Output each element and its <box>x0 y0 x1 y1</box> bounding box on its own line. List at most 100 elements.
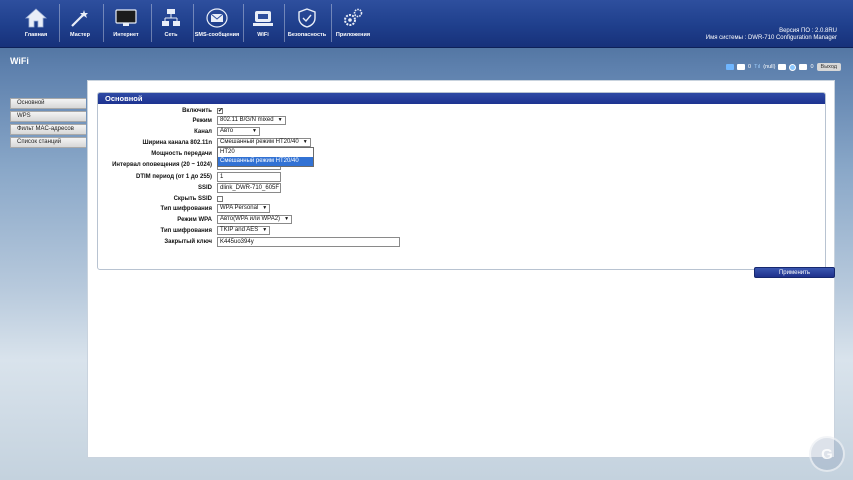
mail-count: 0 <box>810 64 814 70</box>
channel-value: Авто <box>220 128 234 134</box>
wpa-mode-row: Режим WPA Авто(WPA или WPA2) ▼ <box>98 215 827 225</box>
nav-separator <box>151 4 152 42</box>
chevron-down-icon: ▼ <box>262 205 268 211</box>
nav-label: Сеть <box>164 32 178 38</box>
dtim-row: DTIM период (от 1 до 255) 1 <box>98 172 827 182</box>
ssid-row: SSID dlink_DWR-710_605F <box>98 183 827 193</box>
nav-label: Интернет <box>113 32 139 38</box>
channel-select[interactable]: Авто ▼ <box>217 127 260 136</box>
enable-checkbox[interactable]: ✔ <box>217 108 223 114</box>
cipher-select[interactable]: TKIP and AES ▼ <box>217 226 271 235</box>
shield-icon <box>294 7 320 29</box>
dtim-label: DTIM период (от 1 до 255) <box>136 174 212 180</box>
sidebar-item-basic[interactable]: Основной <box>10 98 86 109</box>
nav-label: Мастер <box>70 32 90 38</box>
ssid-input[interactable]: dlink_DWR-710_605F <box>217 183 281 193</box>
bandwidth-option-mixed[interactable]: Смешанный режим HT20/40 <box>218 157 313 166</box>
system-info: Версия ПО : 2.0.8RU Имя системы : DWR-71… <box>706 28 837 42</box>
mode-value: 802.11 B/G/N mixed <box>220 117 274 123</box>
chevron-down-icon: ▼ <box>262 227 268 233</box>
power-row: Мощность передачи <box>98 149 827 159</box>
status-bar: 0 Tıl (null) 0 Выход <box>726 62 841 72</box>
channel-label: Канал <box>194 129 212 135</box>
enable-label: Включить <box>182 108 212 114</box>
beacon-row: Интервал оповещения (20 ~ 1024) 100 <box>98 160 827 170</box>
watermark-logo: G <box>809 436 845 472</box>
bandwidth-select[interactable]: Смешанный режим HT20/40 ▼ <box>217 138 311 147</box>
beacon-label: Интервал оповещения (20 ~ 1024) <box>112 162 212 168</box>
basic-settings-panel: Основной Включить ✔ Режим 802.11 B/G/N m… <box>97 92 835 278</box>
encryption-label: Тип шифрования <box>160 206 212 212</box>
nav-label: Приложения <box>335 32 371 38</box>
nav-separator <box>59 4 60 42</box>
chevron-down-icon: ▼ <box>302 139 308 145</box>
signal-value: (null) <box>763 64 776 70</box>
bandwidth-label: Ширина канала 802.11n <box>142 140 212 146</box>
channel-row: Канал Авто ▼ <box>98 127 827 137</box>
top-nav-bar: Главная Мастер Интернет Сеть SMS-сообщен… <box>0 0 853 48</box>
chevron-down-icon: ▼ <box>284 216 290 222</box>
cipher-row: Тип шифрования TKIP and AES ▼ <box>98 226 827 236</box>
dtim-input[interactable]: 1 <box>217 172 281 182</box>
bandwidth-row: Ширина канала 802.11n Смешанный режим HT… <box>98 138 827 148</box>
encryption-select[interactable]: WPA Personal ▼ <box>217 204 271 213</box>
nav-wizard[interactable]: Мастер <box>62 0 98 48</box>
home-icon <box>23 7 49 29</box>
nav-security[interactable]: Безопасность <box>287 0 327 48</box>
nav-label: Главная <box>24 32 48 38</box>
message-icon[interactable] <box>737 64 746 70</box>
enable-row: Включить ✔ <box>98 106 827 116</box>
cipher-value: TKIP and AES <box>220 227 259 233</box>
envelope-icon <box>204 7 230 29</box>
sms-icon[interactable] <box>726 64 735 70</box>
nav-network[interactable]: Сеть <box>154 0 188 48</box>
cipher-label: Тип шифрования <box>160 228 212 234</box>
nav-sms[interactable]: SMS-сообщения <box>195 0 239 48</box>
nav-home[interactable]: Главная <box>18 0 54 48</box>
connection-icon <box>778 64 787 70</box>
hide-ssid-label: Скрыть SSID <box>173 196 212 202</box>
page-title: WiFi <box>10 56 29 66</box>
apply-button[interactable]: Применить <box>754 267 835 278</box>
hide-ssid-row: Скрыть SSID <box>98 194 827 204</box>
wifi-router-icon <box>250 7 276 29</box>
nav-separator <box>103 4 104 42</box>
bandwidth-dropdown-list: HT20 Смешанный режим HT20/40 <box>217 147 314 167</box>
key-input[interactable]: K445uo394y <box>217 237 400 247</box>
panel-title: Основной <box>98 93 825 104</box>
nav-separator <box>284 4 285 42</box>
wpa-mode-label: Режим WPA <box>177 217 212 223</box>
sidebar-item-wps[interactable]: WPS <box>10 111 86 122</box>
main-content: Основной Включить ✔ Режим 802.11 B/G/N m… <box>87 80 835 458</box>
logout-button[interactable]: Выход <box>816 63 841 71</box>
power-label: Мощность передачи <box>151 151 212 157</box>
wizard-icon <box>67 7 93 29</box>
bandwidth-option-ht20[interactable]: HT20 <box>218 148 313 157</box>
gears-icon <box>340 7 366 29</box>
nav-separator <box>331 4 332 42</box>
chevron-down-icon: ▼ <box>277 117 283 123</box>
mode-label: Режим <box>192 118 213 124</box>
ssid-label: SSID <box>197 185 212 191</box>
system-name: Имя системы : DWR-710 Configuration Mana… <box>705 35 837 41</box>
nav-apps[interactable]: Приложения <box>334 0 372 48</box>
encryption-value: WPA Personal <box>220 205 259 211</box>
firmware-version: Версия ПО : 2.0.8RU <box>779 28 837 34</box>
wpa-mode-select[interactable]: Авто(WPA или WPA2) ▼ <box>217 215 293 224</box>
key-row: Закрытый ключ K445uo394y <box>98 237 827 247</box>
nav-label: SMS-сообщения <box>194 32 240 38</box>
internet-monitor-icon <box>113 7 139 29</box>
sms-count: 0 <box>748 64 752 70</box>
nav-internet[interactable]: Интернет <box>106 0 146 48</box>
mode-select[interactable]: 802.11 B/G/N mixed ▼ <box>217 116 286 125</box>
mail-icon[interactable] <box>799 64 808 70</box>
sidebar: Основной WPS Фильт MAC-адресов Список ст… <box>10 98 86 150</box>
hide-ssid-checkbox[interactable] <box>217 196 223 202</box>
nav-label: Безопасность <box>287 32 327 38</box>
key-label: Закрытый ключ <box>164 239 212 245</box>
globe-icon[interactable] <box>789 63 797 71</box>
sidebar-item-station-list[interactable]: Список станций <box>10 137 86 148</box>
wpa-mode-value: Авто(WPA или WPA2) <box>220 216 281 222</box>
sidebar-item-mac-filter[interactable]: Фильт MAC-адресов <box>10 124 86 135</box>
nav-wifi[interactable]: WiFi <box>246 0 280 48</box>
